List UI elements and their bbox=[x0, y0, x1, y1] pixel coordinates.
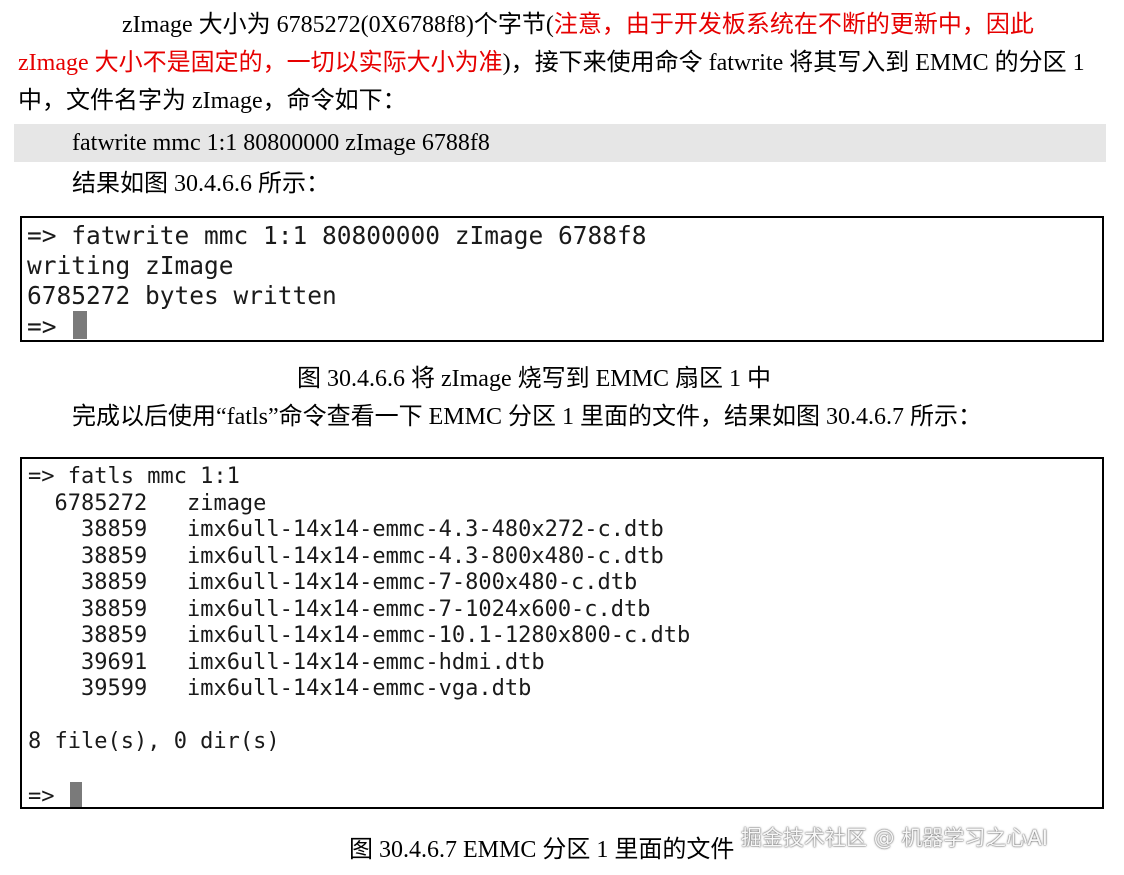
file-size: 6785272 bbox=[54, 490, 148, 516]
terminal-prompt: => bbox=[28, 784, 68, 809]
intro-text-a: zImage 大小为 6785272(0X6788f8)个字节( bbox=[122, 12, 554, 38]
file-name: imx6ull-14x14-emmc-vga.dtb bbox=[186, 676, 532, 701]
terminal-line: 6785272 bytes written bbox=[27, 281, 337, 310]
terminal-command-line: => fatls mmc 1:1 bbox=[28, 464, 240, 489]
figure-caption-2: 图 30.4.6.7 EMMC 分区 1 里面的文件 bbox=[349, 837, 735, 863]
file-size: 39599 bbox=[80, 676, 148, 701]
terminal-fatwrite: => fatwrite mmc 1:1 80800000 zImage 6788… bbox=[20, 216, 1104, 342]
command-text: fatwrite mmc 1:1 80800000 zImage 6788f8 bbox=[72, 130, 490, 156]
file-row: 38859 imx6ull-14x14-emmc-4.3-480x272-c.d… bbox=[28, 517, 1102, 544]
file-size: 38859 bbox=[80, 596, 148, 622]
file-row: 38859 imx6ull-14x14-emmc-4.3-800x480-c.d… bbox=[28, 544, 1102, 571]
intro-paragraph: zImage 大小为 6785272(0X6788f8)个字节(注意，由于开发板… bbox=[18, 6, 1104, 120]
terminal-prompt: => bbox=[27, 312, 72, 341]
cursor-block bbox=[69, 782, 82, 807]
command-block: fatwrite mmc 1:1 80800000 zImage 6788f8 bbox=[14, 124, 1106, 162]
file-list: 6785272 zimage 38859 imx6ull-14x14-emmc-4… bbox=[28, 491, 1102, 703]
terminal-prompt-line: => bbox=[27, 311, 1102, 342]
file-row: 38859 imx6ull-14x14-emmc-7-800x480-c.dtb bbox=[28, 570, 1102, 597]
file-size: 38859 bbox=[80, 623, 148, 648]
cursor-block bbox=[73, 311, 88, 339]
fatls-paragraph: 完成以后使用“fatls”命令查看一下 EMMC 分区 1 里面的文件，结果如图… bbox=[72, 404, 982, 430]
file-name: imx6ull-14x14-emmc-hdmi.dtb bbox=[186, 649, 545, 675]
file-name: imx6ull-14x14-emmc-7-1024x600-c.dtb bbox=[186, 596, 651, 622]
file-size: 38859 bbox=[80, 543, 148, 569]
terminal-line: writing zImage bbox=[27, 251, 234, 280]
file-row: 38859 imx6ull-14x14-emmc-10.1-1280x800-c… bbox=[28, 623, 1102, 650]
file-name: imx6ull-14x14-emmc-4.3-480x272-c.dtb bbox=[186, 517, 664, 542]
terminal-prompt-line: => bbox=[28, 782, 1102, 811]
file-size: 38859 bbox=[80, 570, 148, 595]
terminal-summary: 8 file(s), 0 dir(s) bbox=[28, 729, 280, 754]
watermark: 掘金技术社区 @ 机器学习之心AI bbox=[741, 826, 1048, 850]
file-row: 6785272 zimage bbox=[28, 491, 1102, 518]
file-name: imx6ull-14x14-emmc-7-800x480-c.dtb bbox=[186, 570, 638, 595]
terminal-fatls: => fatls mmc 1:1 6785272 zimage 38859 imx6… bbox=[20, 457, 1104, 809]
result-intro: 结果如图 30.4.6.6 所示： bbox=[72, 171, 330, 197]
figure-caption-1: 图 30.4.6.6 将 zImage 烧写到 EMMC 扇区 1 中 bbox=[297, 366, 771, 392]
file-size: 38859 bbox=[80, 517, 148, 542]
file-name: zimage bbox=[186, 490, 267, 516]
file-row: 39599 imx6ull-14x14-emmc-vga.dtb bbox=[28, 676, 1102, 703]
file-row: 39691 imx6ull-14x14-emmc-hdmi.dtb bbox=[28, 650, 1102, 677]
file-size: 39691 bbox=[80, 649, 148, 675]
file-name: imx6ull-14x14-emmc-4.3-800x480-c.dtb bbox=[186, 543, 664, 569]
terminal-line: => fatwrite mmc 1:1 80800000 zImage 6788… bbox=[27, 221, 647, 250]
file-name: imx6ull-14x14-emmc-10.1-1280x800-c.dtb bbox=[186, 623, 691, 648]
file-row: 38859 imx6ull-14x14-emmc-7-1024x600-c.dt… bbox=[28, 597, 1102, 624]
